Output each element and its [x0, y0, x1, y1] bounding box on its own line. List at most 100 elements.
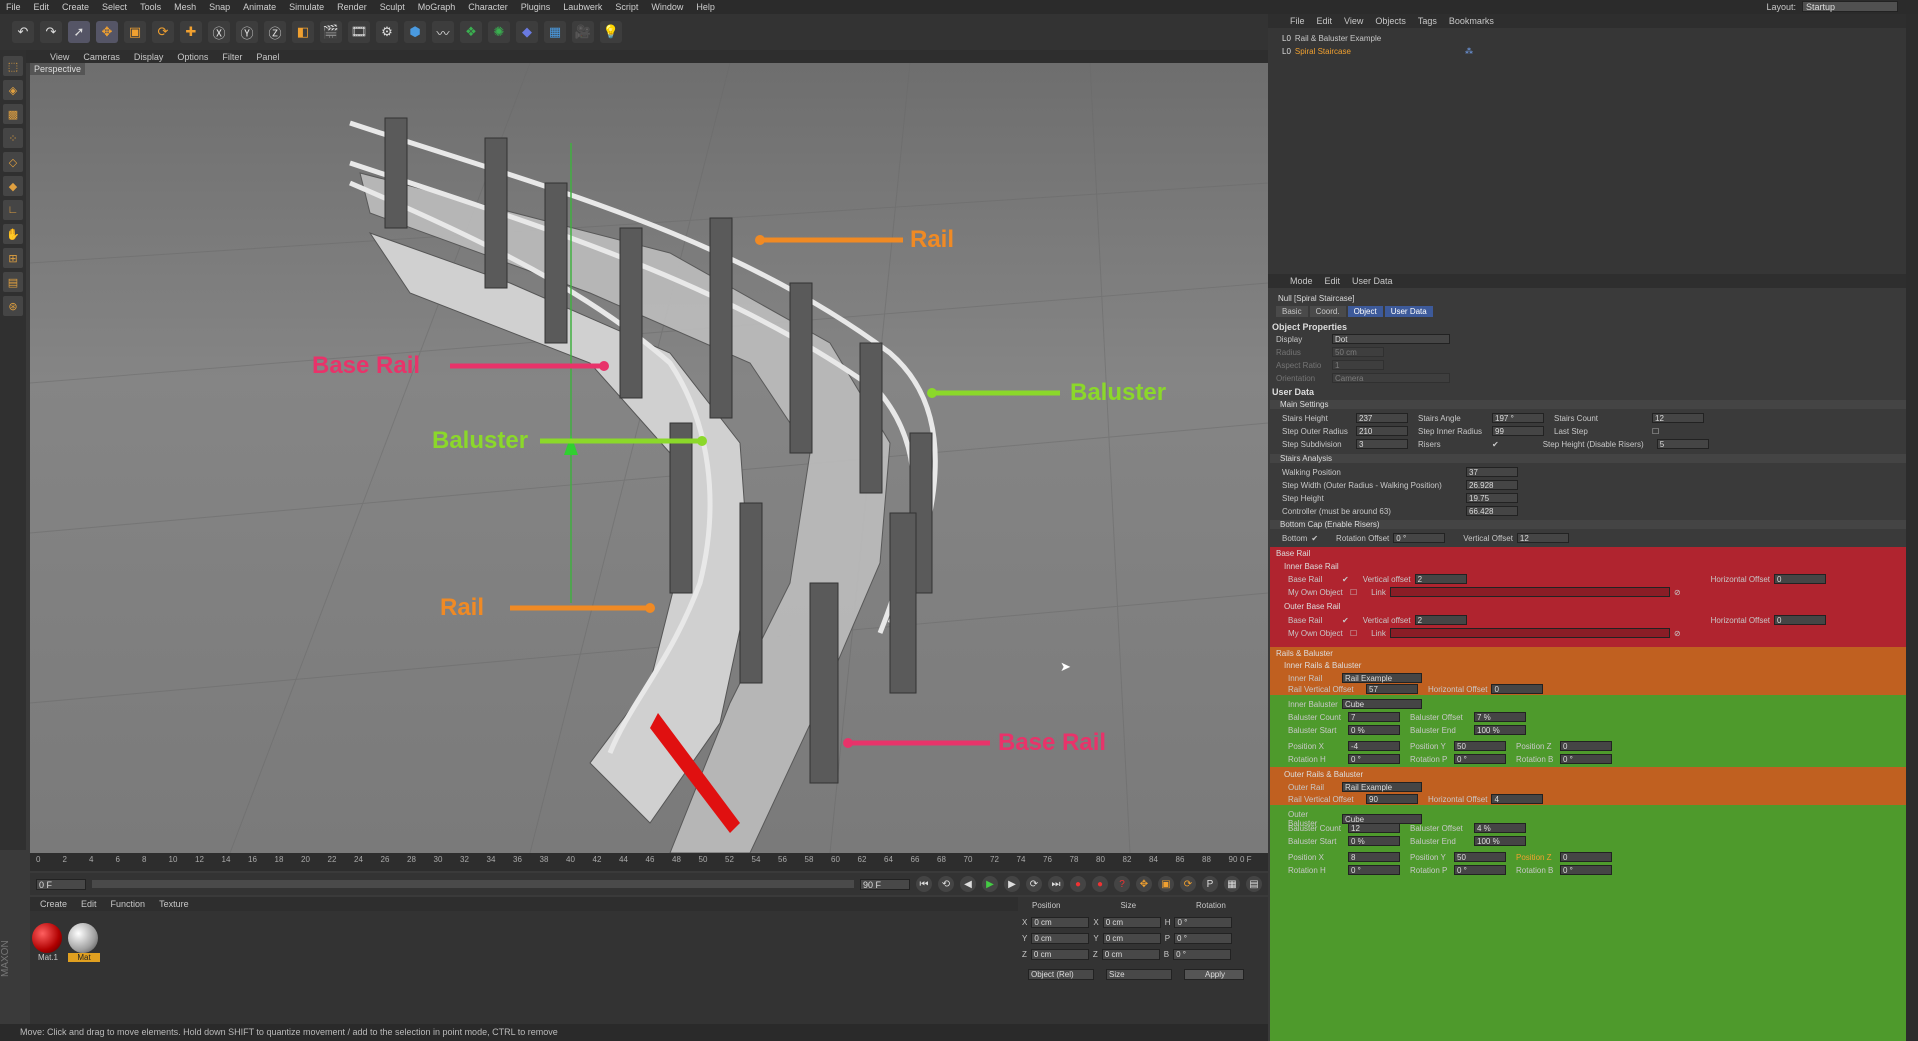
- risers-checkbox[interactable]: ✔: [1492, 440, 1499, 449]
- inner-position-y-field[interactable]: 50: [1454, 741, 1506, 751]
- menu-window[interactable]: Window: [651, 2, 683, 12]
- workplane-icon[interactable]: ▤: [3, 272, 23, 292]
- menu-laubwerk[interactable]: Laubwerk: [563, 2, 602, 12]
- material-slot-1[interactable]: Mat.1: [32, 923, 64, 962]
- outer-position-z-field[interactable]: 0: [1560, 852, 1612, 862]
- outer-rotation-h-field[interactable]: 0 °: [1348, 865, 1400, 875]
- position-z-field[interactable]: 0 cm: [1030, 949, 1089, 960]
- outer-rotation-p-field[interactable]: 0 °: [1454, 865, 1506, 875]
- om-menu-objects[interactable]: Objects: [1375, 16, 1406, 26]
- size-z-field[interactable]: 0 cm: [1101, 949, 1160, 960]
- current-frame-field[interactable]: 0 F: [36, 878, 86, 890]
- lock-icon[interactable]: ⊛: [3, 296, 23, 316]
- size-mode-dropdown[interactable]: Size: [1106, 969, 1172, 980]
- material-slot-2[interactable]: Mat: [68, 923, 100, 962]
- base-rail-group[interactable]: Base Rail: [1276, 549, 1310, 558]
- mat-menu-edit[interactable]: Edit: [81, 899, 97, 909]
- menu-create[interactable]: Create: [62, 2, 89, 12]
- inner-baluster-link[interactable]: Cube: [1342, 699, 1422, 709]
- menu-help[interactable]: Help: [696, 2, 715, 12]
- aspect-field[interactable]: 1: [1332, 360, 1384, 370]
- polygon-mode-icon[interactable]: ◆: [3, 176, 23, 196]
- bottom-vertical-offset-field[interactable]: 12: [1516, 533, 1569, 543]
- inner-baluster-offset-field[interactable]: 7 %: [1474, 712, 1526, 722]
- position-x-field[interactable]: 0 cm: [1031, 917, 1090, 928]
- undo-icon[interactable]: ↶: [12, 21, 34, 43]
- render-picture-icon[interactable]: 🎞: [348, 21, 370, 43]
- stairs-analysis-group[interactable]: Stairs Analysis: [1270, 454, 1906, 463]
- inner-position-z-field[interactable]: 0: [1560, 741, 1612, 751]
- outer-baluster-end-field[interactable]: 100 %: [1474, 836, 1526, 846]
- spline-icon[interactable]: 〰: [432, 21, 454, 43]
- viewport-menu-filter[interactable]: Filter: [222, 52, 242, 62]
- keyframe-selection-icon[interactable]: ?: [1114, 876, 1130, 892]
- outer-baluster-start-field[interactable]: 0 %: [1348, 836, 1400, 846]
- display-dropdown[interactable]: Dot: [1332, 334, 1450, 344]
- controller-field[interactable]: 66.428: [1466, 506, 1518, 516]
- menu-character[interactable]: Character: [468, 2, 508, 12]
- render-settings-icon[interactable]: ⚙: [376, 21, 398, 43]
- select-icon[interactable]: ➚: [68, 21, 90, 43]
- inner-rails-group[interactable]: Inner Rails & Baluster: [1284, 661, 1361, 670]
- tab-coord[interactable]: Coord.: [1309, 306, 1346, 317]
- inner-rotation-h-field[interactable]: 0 °: [1348, 754, 1400, 764]
- outer-rotation-b-field[interactable]: 0 °: [1560, 865, 1612, 875]
- end-frame-field[interactable]: 90 F: [860, 878, 910, 890]
- go-start-icon[interactable]: ⏮: [916, 876, 932, 892]
- world-coord-icon[interactable]: ◧: [292, 21, 314, 43]
- menu-select[interactable]: Select: [102, 2, 127, 12]
- z-axis-icon[interactable]: Ⓩ: [264, 21, 286, 43]
- inner-horizontal-offset-field[interactable]: 0: [1774, 574, 1827, 584]
- position-y-field[interactable]: 0 cm: [1031, 933, 1090, 944]
- point-mode-icon[interactable]: ⁘: [3, 128, 23, 148]
- add-icon[interactable]: ✚: [180, 21, 202, 43]
- bottom-checkbox[interactable]: ✔: [1311, 534, 1318, 543]
- menu-plugins[interactable]: Plugins: [521, 2, 551, 12]
- scene-icon[interactable]: ▦: [544, 21, 566, 43]
- menu-simulate[interactable]: Simulate: [289, 2, 324, 12]
- outer-position-x-field[interactable]: 8: [1348, 852, 1400, 862]
- step-width-field[interactable]: 26.928: [1466, 480, 1518, 490]
- inner-position-x-field[interactable]: -4: [1348, 741, 1400, 751]
- menu-edit[interactable]: Edit: [34, 2, 50, 12]
- y-axis-icon[interactable]: Ⓨ: [236, 21, 258, 43]
- key-rotation-icon[interactable]: ⟳: [1180, 876, 1196, 892]
- step-subdivision-field[interactable]: 3: [1356, 439, 1408, 449]
- menu-mograph[interactable]: MoGraph: [418, 2, 456, 12]
- inner-rail-link[interactable]: Rail Example: [1342, 673, 1422, 683]
- inner-rail-vertical-offset-field[interactable]: 57: [1366, 684, 1418, 694]
- outer-rail-link[interactable]: Rail Example: [1342, 782, 1422, 792]
- menu-animate[interactable]: Animate: [243, 2, 276, 12]
- move-icon[interactable]: ✥: [96, 21, 118, 43]
- 3d-viewport[interactable]: Perspective Rail Base Rail Baluster Balu…: [30, 63, 1268, 853]
- outer-baluster-count-field[interactable]: 12: [1348, 823, 1400, 833]
- om-menu-view[interactable]: View: [1344, 16, 1363, 26]
- outer-my-own-object-checkbox[interactable]: ☐: [1350, 629, 1357, 638]
- inner-vertical-offset-field[interactable]: 2: [1414, 574, 1467, 584]
- size-y-field[interactable]: 0 cm: [1102, 933, 1161, 944]
- om-menu-bookmarks[interactable]: Bookmarks: [1449, 16, 1494, 26]
- key-param-icon[interactable]: P: [1202, 876, 1218, 892]
- outer-base-rail-group[interactable]: Outer Base Rail: [1284, 602, 1340, 611]
- frame-range-slider[interactable]: [92, 880, 854, 888]
- deformer-icon[interactable]: ◆: [516, 21, 538, 43]
- main-settings-group[interactable]: Main Settings: [1270, 400, 1906, 409]
- rotation-h-field[interactable]: 0 °: [1174, 917, 1233, 928]
- outer-link-field[interactable]: [1389, 628, 1670, 638]
- om-menu-tags[interactable]: Tags: [1418, 16, 1437, 26]
- step-height-field[interactable]: 19.75: [1466, 493, 1518, 503]
- inner-base-rail-checkbox[interactable]: ✔: [1342, 575, 1349, 584]
- outer-rail-horizontal-offset-field[interactable]: 4: [1491, 794, 1544, 804]
- menu-script[interactable]: Script: [615, 2, 638, 12]
- viewport-menu-display[interactable]: Display: [134, 52, 164, 62]
- om-menu-edit[interactable]: Edit: [1317, 16, 1333, 26]
- next-key-icon[interactable]: ⟳: [1026, 876, 1042, 892]
- outer-base-rail-checkbox[interactable]: ✔: [1342, 616, 1349, 625]
- timeline-ruler[interactable]: 0 2 4 6 8 10 12 14 16 18 20 22 24 26 28 30 32 34 36 38 40 42 4…: [30, 853, 1268, 871]
- edge-mode-icon[interactable]: ◇: [3, 152, 23, 172]
- tab-object[interactable]: Object: [1347, 306, 1383, 317]
- render-view-icon[interactable]: 🎬: [320, 21, 342, 43]
- om-menu-file[interactable]: File: [1290, 16, 1305, 26]
- camera-icon[interactable]: 🎥: [572, 21, 594, 43]
- rotation-b-field[interactable]: 0 °: [1173, 949, 1232, 960]
